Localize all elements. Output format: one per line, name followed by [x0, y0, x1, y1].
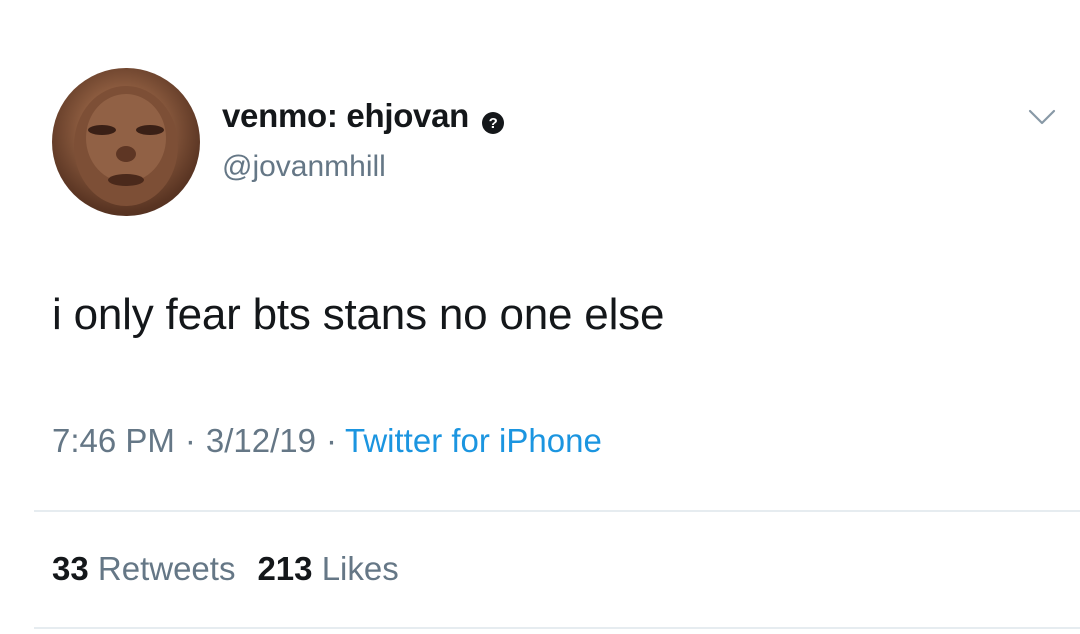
author-display-name-row[interactable]: venmo: ehjovan ? [222, 97, 505, 135]
likes-label: Likes [321, 550, 399, 587]
likes-stat[interactable]: 213 Likes [257, 550, 398, 587]
metadata-separator: · [184, 422, 196, 459]
retweets-label: Retweets [97, 550, 236, 587]
svg-text:?: ? [489, 115, 498, 132]
author-handle[interactable]: @jovanmhill [222, 150, 386, 184]
tweet-metadata: 7:46 PM · 3/12/19 · Twitter for iPhone [52, 422, 602, 460]
divider [34, 627, 1080, 629]
tweet-stats: 33 Retweets 213 Likes [52, 550, 399, 588]
tweet-date[interactable]: 3/12/19 [206, 422, 316, 459]
retweets-count: 33 [52, 550, 89, 587]
tweet-text: i only fear bts stans no one else [52, 290, 665, 339]
question-circle-icon: ? [481, 105, 505, 134]
retweets-stat[interactable]: 33 Retweets [52, 550, 235, 587]
likes-count: 213 [257, 550, 313, 587]
author-display-name[interactable]: venmo: ehjovan [222, 97, 469, 135]
metadata-separator: · [326, 422, 338, 459]
tweet-time[interactable]: 7:46 PM [52, 422, 175, 459]
chevron-down-icon[interactable] [1028, 108, 1056, 126]
avatar[interactable] [52, 68, 200, 216]
divider [34, 510, 1080, 512]
tweet-source-link[interactable]: Twitter for iPhone [345, 422, 602, 459]
